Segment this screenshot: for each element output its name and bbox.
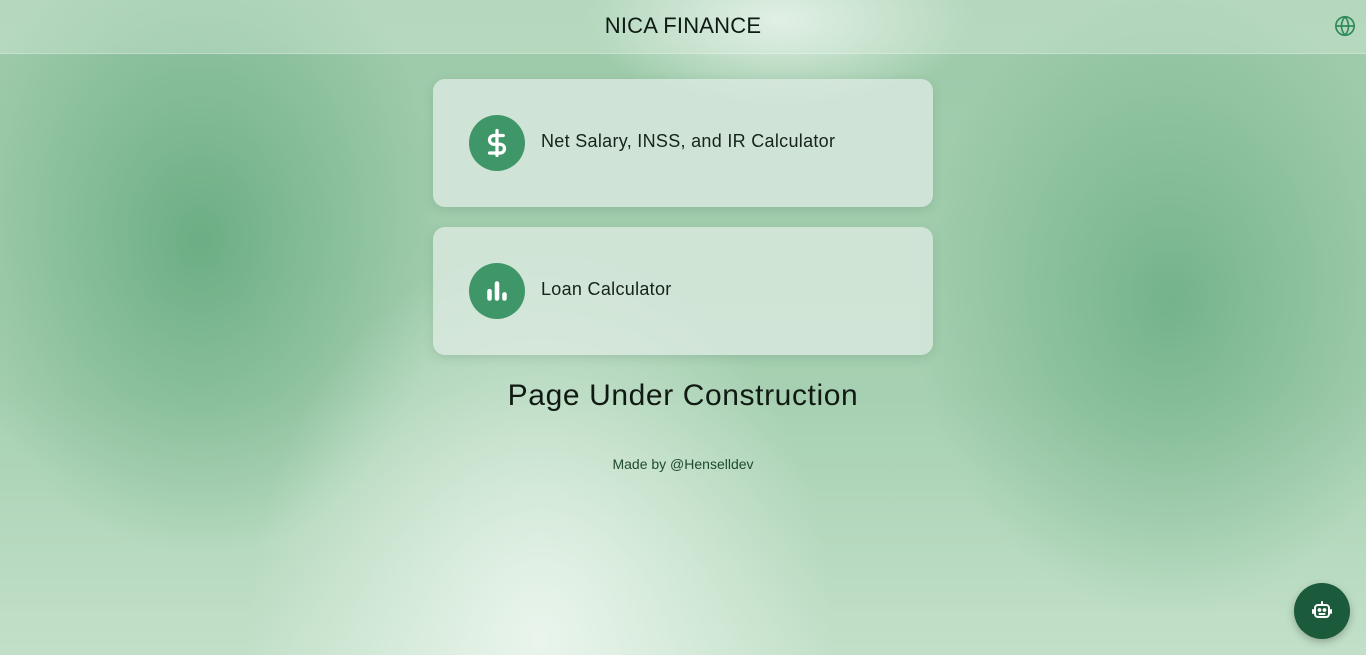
globe-icon[interactable] [1334, 15, 1356, 37]
salary-calculator-label: Net Salary, INSS, and IR Calculator [541, 131, 836, 151]
salary-calculator-card[interactable]: Net Salary, INSS, and IR Calculator [433, 79, 933, 207]
loan-calculator-label: Loan Calculator [541, 279, 672, 299]
app-title: NICA FINANCE [604, 13, 762, 38]
page-heading: Page Under Construction [507, 379, 859, 412]
top-bar: NICA FINANCE [0, 0, 1366, 54]
dollar-icon [469, 115, 525, 171]
robot-icon [1312, 601, 1332, 618]
bar-chart-icon [469, 263, 525, 319]
chatbot-button[interactable] [1294, 583, 1350, 639]
loan-calculator-card[interactable]: Loan Calculator [433, 227, 933, 355]
credit-text: Made by @Henselldev [612, 456, 754, 472]
